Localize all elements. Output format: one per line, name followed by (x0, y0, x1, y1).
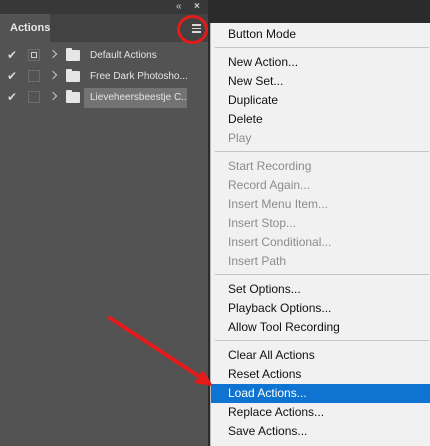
menu-item-clear-all-actions[interactable]: Clear All Actions (211, 346, 430, 365)
menu-item-delete[interactable]: Delete (211, 110, 430, 129)
chevron-right-icon[interactable] (48, 70, 58, 80)
menu-item-set-options[interactable]: Set Options... (211, 280, 430, 299)
panel-flyout-menu: Button Mode New Action... New Set... Dup… (210, 23, 430, 446)
action-set-list: ✔ Default Actions ✔ Free Dark Photosho..… (0, 46, 193, 109)
menu-separator (215, 47, 429, 48)
actions-panel: « × Actions ✔ Default Actions ✔ Free Dar… (0, 0, 208, 446)
folder-icon (66, 69, 80, 82)
folder-icon (66, 90, 80, 103)
check-icon[interactable]: ✔ (7, 70, 19, 82)
folder-icon (66, 48, 80, 61)
menu-item-insert-menu-item: Insert Menu Item... (228, 197, 329, 211)
menu-item-duplicate[interactable]: Duplicate (211, 91, 430, 110)
menu-item-replace-actions[interactable]: Replace Actions... (211, 403, 430, 422)
menu-item-insert-conditional: Insert Conditional... (228, 235, 332, 249)
menu-separator (215, 274, 429, 275)
menu-item-allow-tool-recording[interactable]: Allow Tool Recording (211, 318, 430, 337)
menu-separator (215, 340, 429, 341)
list-item[interactable]: ✔ Free Dark Photosho... (0, 67, 193, 87)
action-set-name[interactable]: Default Actions (84, 46, 187, 66)
collapse-icon[interactable]: « (176, 1, 181, 13)
menu-item-new-action[interactable]: New Action... (211, 53, 430, 72)
list-item[interactable]: ✔ Default Actions (0, 46, 193, 66)
action-set-name[interactable]: Free Dark Photosho... (84, 67, 187, 87)
panel-title-strip: « × (0, 0, 208, 14)
dialog-toggle-icon[interactable] (28, 91, 40, 103)
check-icon[interactable]: ✔ (7, 49, 19, 61)
list-item[interactable]: ✔ Lieveheersbeestje C... (0, 88, 193, 108)
chevron-right-icon[interactable] (48, 91, 58, 101)
menu-item-button-mode[interactable]: Button Mode (211, 25, 430, 44)
annotation-circle (177, 15, 208, 44)
menu-item-record-again: Record Again... (228, 178, 311, 192)
menu-item-start-recording: Start Recording (228, 159, 312, 173)
close-icon[interactable]: × (194, 1, 200, 13)
menu-item-play: Play (228, 131, 252, 145)
dialog-toggle-icon[interactable] (28, 49, 40, 61)
menu-item-insert-stop: Insert Stop... (228, 216, 297, 230)
menu-separator (215, 151, 429, 152)
menu-item-load-actions[interactable]: Load Actions... (211, 384, 430, 403)
dialog-toggle-icon[interactable] (28, 70, 40, 82)
tab-actions[interactable]: Actions (0, 14, 50, 42)
menu-item-new-set[interactable]: New Set... (211, 72, 430, 91)
action-set-name[interactable]: Lieveheersbeestje C... (84, 88, 187, 108)
menu-item-playback-options[interactable]: Playback Options... (211, 299, 430, 318)
check-icon[interactable]: ✔ (7, 91, 19, 103)
menu-item-insert-path: Insert Path (228, 254, 287, 268)
chevron-right-icon[interactable] (48, 49, 58, 59)
menu-item-save-actions[interactable]: Save Actions... (211, 422, 430, 441)
menu-item-reset-actions[interactable]: Reset Actions (211, 365, 430, 384)
